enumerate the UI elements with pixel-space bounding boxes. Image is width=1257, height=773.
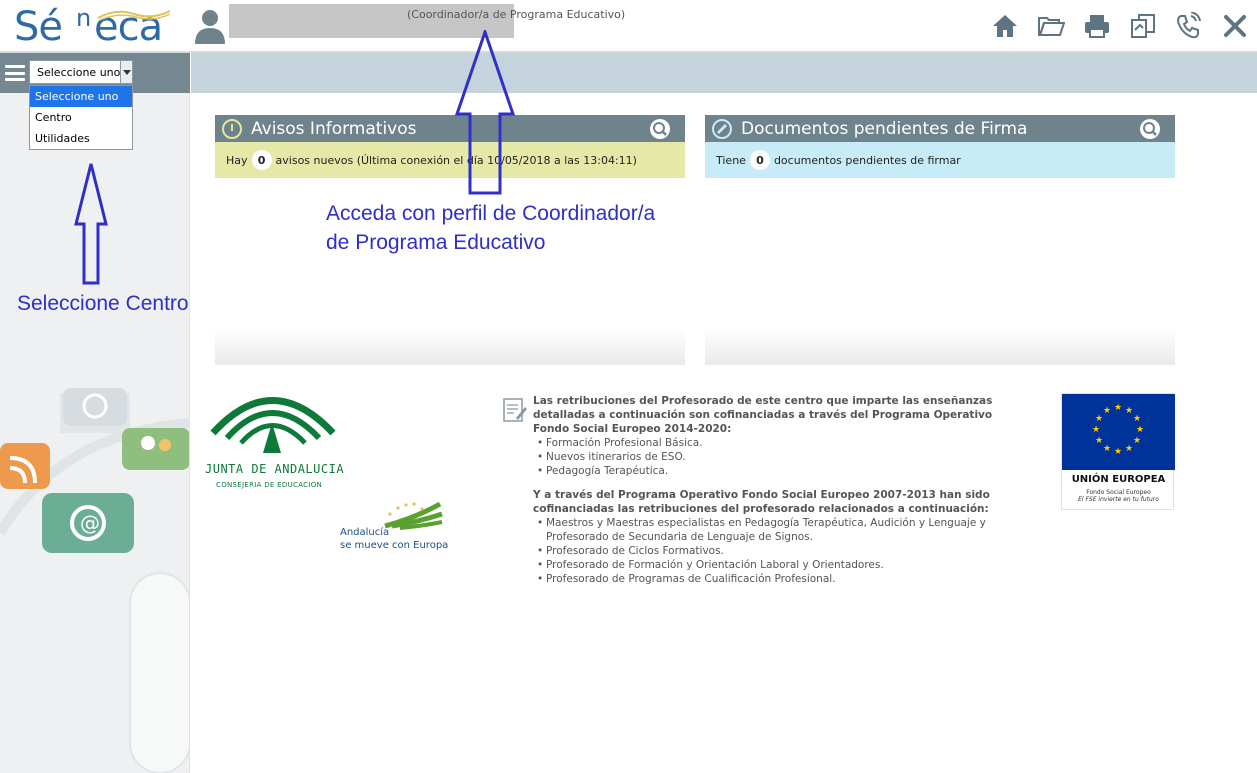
list-item: Nuevos itinerarios de ESO. [537, 450, 1003, 464]
andalucia-text-line1: Andalucía [340, 527, 390, 538]
user-role: (Coordinador/a de Programa Educativo) [407, 8, 626, 21]
centro-select-options: Seleccione uno Centro Utilidades [29, 85, 133, 150]
signature-bubble-icon [712, 118, 732, 139]
documentos-prefix: Tiene [716, 153, 746, 167]
svg-text:★: ★ [1133, 436, 1141, 446]
avisos-panel-info: Hay 0 avisos nuevos (Última conexión el … [215, 142, 685, 178]
app-header: Sé n eca (Coordinador/a de Programa Educ… [0, 0, 1257, 53]
fse-list-2007: Maestros y Maestras especialistas en Ped… [537, 516, 1003, 586]
folder-open-icon [1038, 17, 1065, 36]
fse-info-text: Las retribuciones del Profesorado de est… [533, 394, 1003, 586]
svg-text:★: ★ [1136, 425, 1144, 435]
junta-andalucia-logo-icon [210, 397, 336, 453]
centro-select[interactable]: Seleccione uno [29, 60, 133, 84]
option-centro[interactable]: Centro [30, 107, 132, 128]
svg-text:★: ★ [1103, 444, 1111, 454]
phone-button[interactable] [1173, 10, 1205, 42]
user-avatar-icon [195, 10, 225, 44]
andalucia-text-line2: se mueve con Europa [340, 540, 449, 551]
annotation-centro: Seleccione Centro [17, 292, 189, 315]
annotation-arrow-up-icon [74, 163, 108, 285]
print-icon [1085, 15, 1109, 38]
document-edit-icon [503, 398, 527, 422]
list-item: Pedagogía Terapéutica. [537, 464, 1003, 478]
svg-text:★: ★ [1092, 425, 1100, 435]
svg-text:★: ★ [1125, 406, 1133, 416]
avisos-panel-header: Avisos Informativos [215, 115, 685, 142]
junta-title: JUNTA DE ANDALUCIA [205, 462, 345, 476]
eu-subtitle-2: El FSE invierte en tu futuro [1078, 496, 1159, 503]
list-item: Profesorado de Ciclos Formativos. [537, 544, 1003, 558]
svg-text:★: ★ [1114, 447, 1122, 457]
info-bubble-icon [222, 118, 242, 139]
logo-text-n: n [76, 4, 92, 32]
fse-intro: Las retribuciones del Profesorado de est… [533, 395, 993, 435]
close-button[interactable] [1219, 10, 1251, 42]
avisos-panel-title: Avisos Informativos [251, 118, 417, 139]
eu-logo: ★ ★ ★ ★ ★ ★ ★ ★ ★ ★ ★ ★ UNIÓN EUROPEA Fondo Soci… [1061, 393, 1175, 510]
svg-text:★: ★ [1133, 414, 1141, 424]
option-utilidades[interactable]: Utilidades [30, 128, 132, 149]
svg-text:★: ★ [1114, 403, 1122, 413]
documentos-panel-info: Tiene 0 documentos pendientes de firmar [705, 142, 1175, 178]
svg-text:@: @ [80, 511, 100, 535]
svg-text:★: ★ [1095, 414, 1103, 424]
menu-icon[interactable] [5, 65, 25, 81]
home-icon [993, 15, 1017, 37]
sidebar-decorative-art: @ [0, 388, 189, 773]
eu-title: UNIÓN EUROPEA [1071, 474, 1166, 485]
fse-intro2: Y a través del Programa Operativo Fondo … [533, 489, 990, 515]
phone-icon [1176, 12, 1201, 39]
home-button[interactable] [989, 10, 1021, 42]
annotation-perfil-line1: Acceda con perfil de Coordinador/a [326, 202, 656, 225]
documentos-panel-title: Documentos pendientes de Firma [741, 118, 1028, 139]
copy-icon [1131, 14, 1155, 38]
documentos-panel: Documentos pendientes de Firma Tiene 0 d… [705, 115, 1175, 365]
documentos-panel-body [705, 178, 1175, 365]
annotation-arrow-up-icon [454, 30, 516, 195]
annotation-perfil-line2: de Programa Educativo [326, 231, 546, 254]
zoom-icon[interactable] [649, 118, 671, 140]
eu-flag-icon: ★ ★★ ★★★ ★★★ ★★★ [1062, 394, 1175, 470]
svg-text:★: ★ [1095, 436, 1103, 446]
list-item: Profesorado de Programas de Cualificació… [537, 572, 1003, 586]
close-icon [1224, 15, 1246, 37]
zoom-icon[interactable] [1139, 118, 1161, 140]
print-button[interactable] [1081, 10, 1113, 42]
svg-text:★: ★ [1103, 406, 1111, 416]
documentos-suffix: documentos pendientes de firmar [773, 153, 961, 167]
logo-text-se: Sé [14, 4, 63, 50]
logo-swoosh-icon [97, 10, 171, 21]
fse-list-2014: Formación Profesional Básica. Nuevos iti… [537, 436, 1003, 478]
open-folder-button[interactable] [1035, 10, 1067, 42]
documentos-count-badge: 0 [749, 150, 770, 170]
svg-text:★: ★ [1125, 444, 1133, 454]
avisos-prefix: Hay [226, 153, 248, 167]
list-item: Formación Profesional Básica. [537, 436, 1003, 450]
option-seleccione-uno[interactable]: Seleccione uno [30, 86, 132, 107]
avisos-count-badge: 0 [251, 150, 272, 170]
documentos-panel-header: Documentos pendientes de Firma [705, 115, 1175, 142]
eu-subtitle-1: Fondo Social Europeo [1086, 489, 1151, 496]
chevron-down-icon[interactable] [120, 61, 132, 83]
nav-bar-right [191, 53, 1257, 93]
list-item: Profesorado de Formación y Orientación L… [537, 558, 1003, 572]
copy-button[interactable] [1127, 10, 1159, 42]
junta-subtitle: CONSEJERIA DE EDUCACION [216, 481, 323, 489]
list-item: Maestros y Maestras especialistas en Ped… [537, 516, 1003, 544]
header-toolbar [989, 10, 1251, 42]
centro-select-value: Seleccione uno [37, 65, 121, 79]
seneca-logo[interactable]: Sé n eca [14, 2, 174, 50]
